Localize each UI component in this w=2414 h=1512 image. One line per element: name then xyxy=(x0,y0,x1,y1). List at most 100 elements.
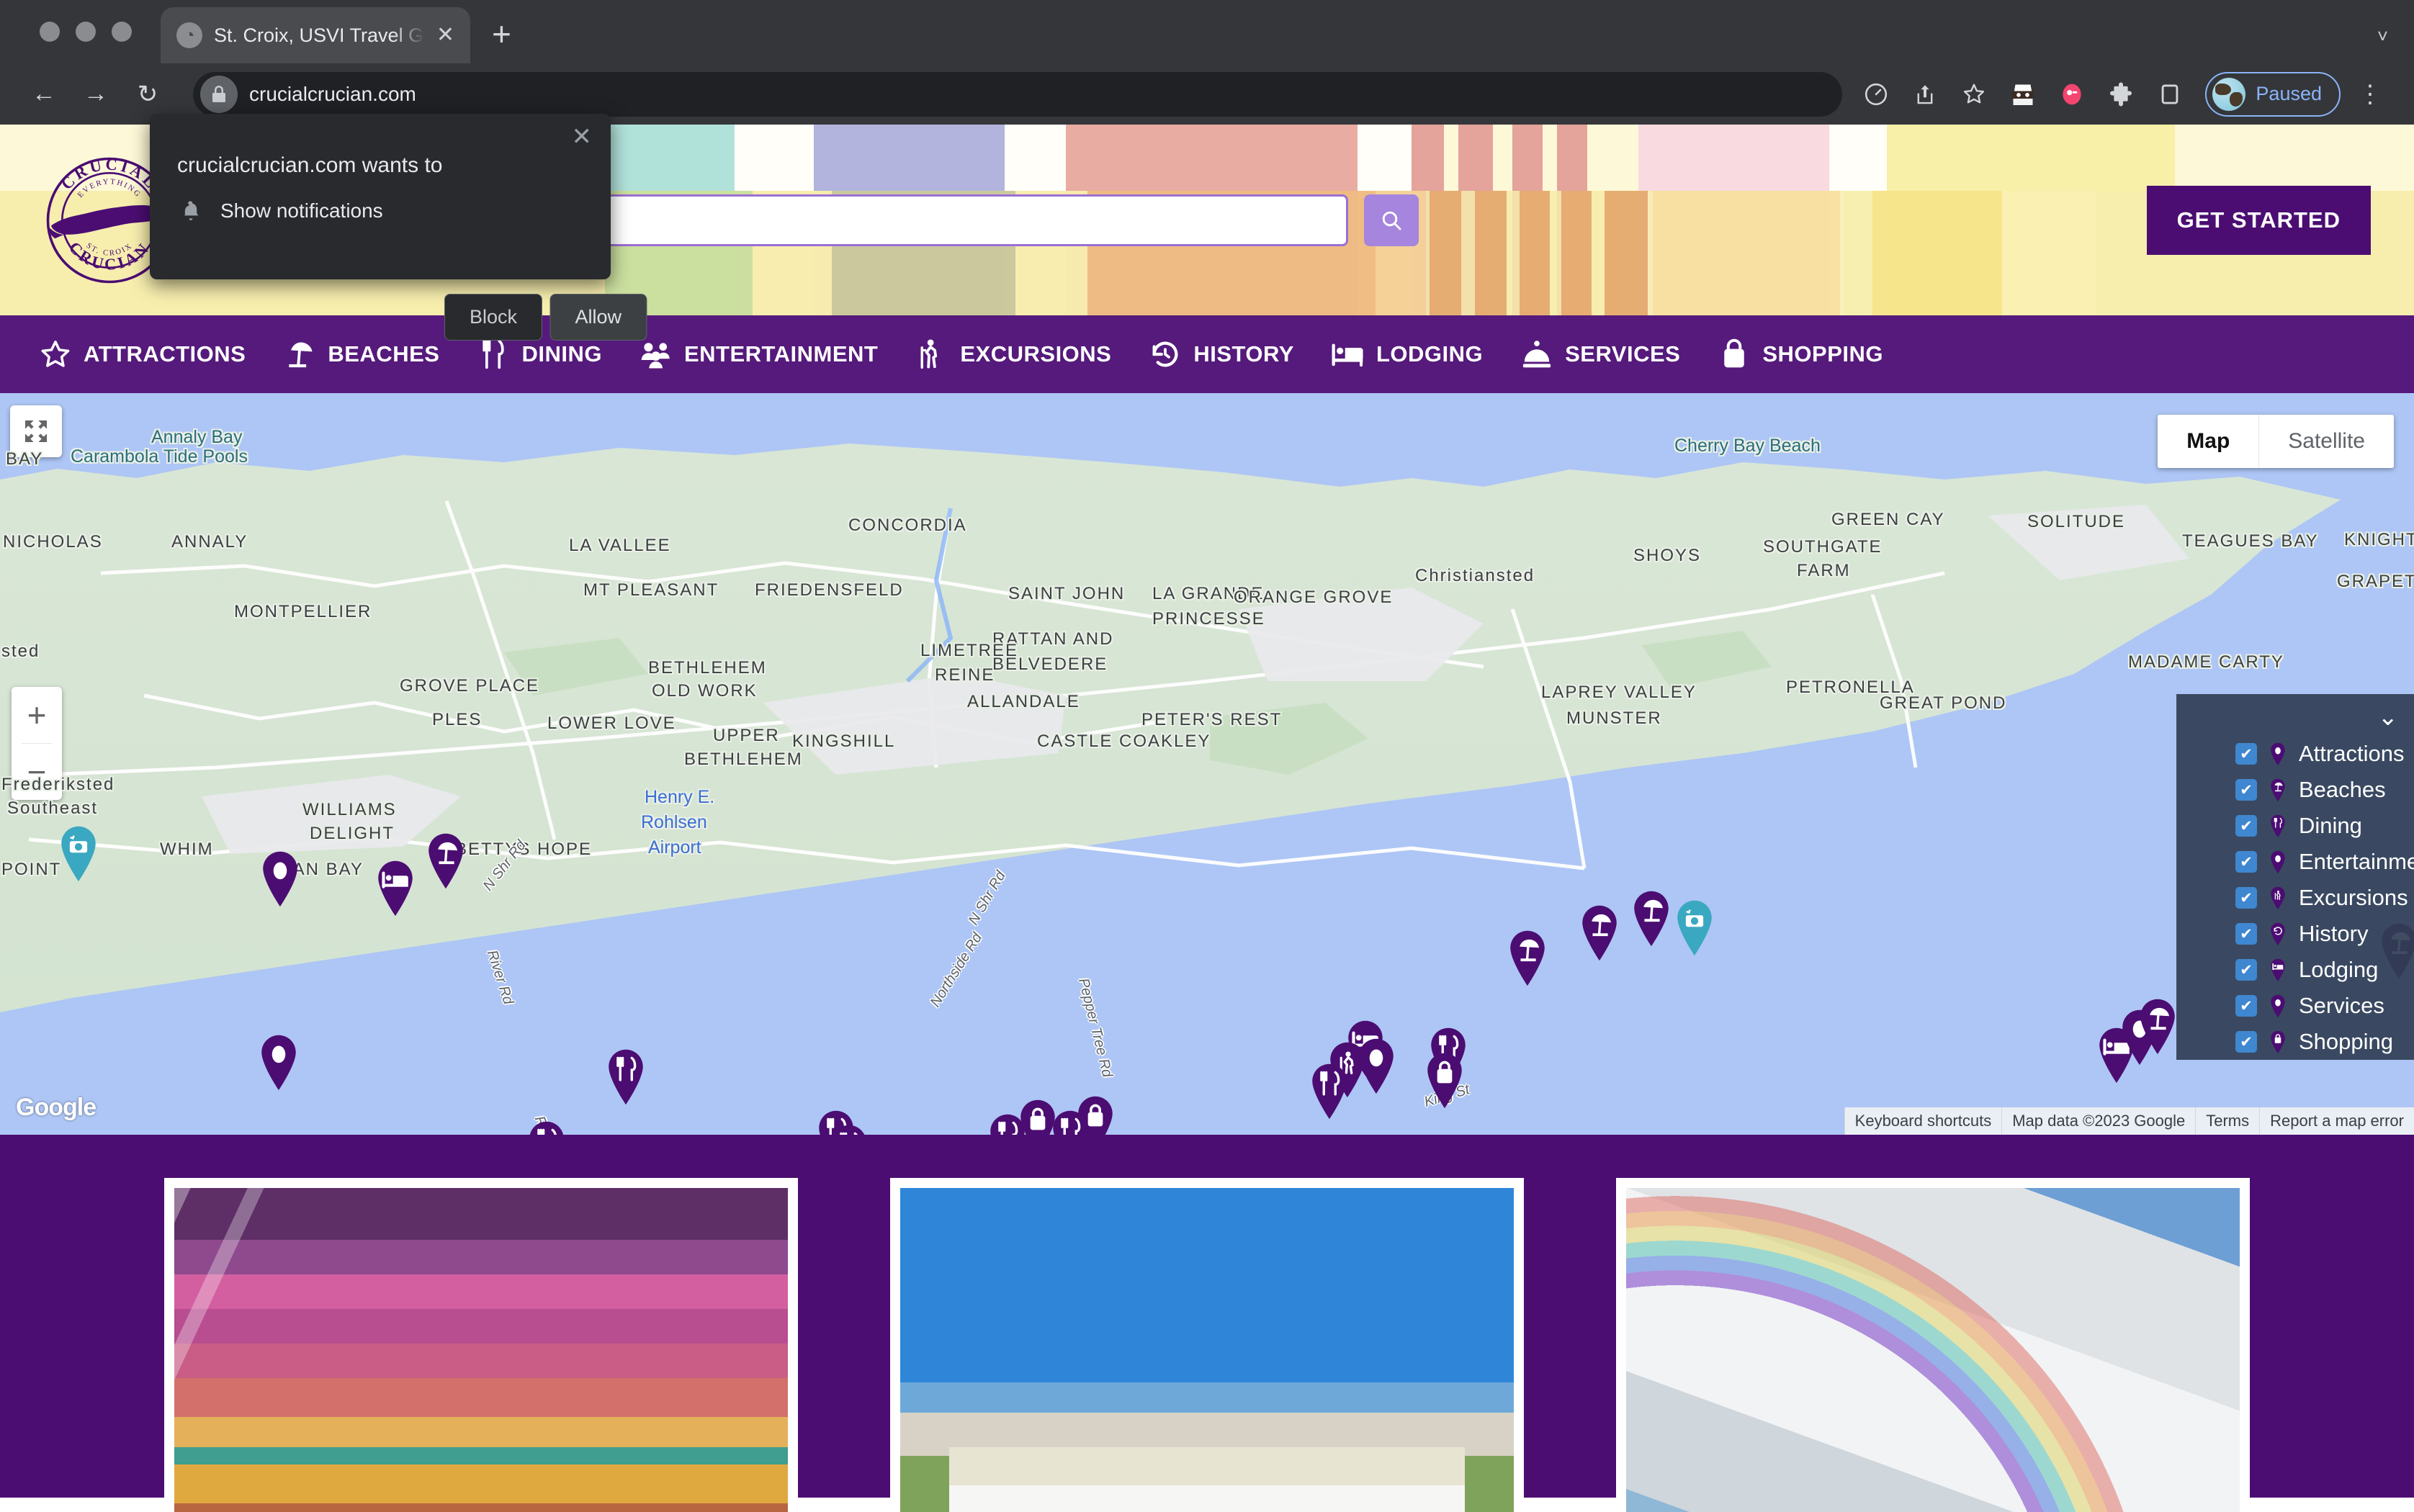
map-pin-shopping[interactable] xyxy=(1073,1095,1118,1135)
legend-row-excursions[interactable]: ✔ Excursions xyxy=(2176,880,2414,916)
minimize-window-button[interactable] xyxy=(76,22,96,42)
nav-item-excursions[interactable]: EXCURSIONS xyxy=(897,338,1130,371)
map-place-label: FRIEDENSFELD xyxy=(755,580,904,600)
google-map[interactable]: + − Map Satellite BAY NICHOLAS ANNALY LA VA… xyxy=(0,393,2414,1135)
map-pin-dining[interactable] xyxy=(524,1120,569,1135)
close-window-button[interactable] xyxy=(40,22,60,42)
legend-checkbox[interactable]: ✔ xyxy=(2235,815,2257,837)
map-pin-camera[interactable] xyxy=(56,825,101,883)
legend-checkbox[interactable]: ✔ xyxy=(2235,995,2257,1017)
close-tab-icon[interactable]: ✕ xyxy=(436,24,454,46)
legend-label: Lodging xyxy=(2299,957,2379,982)
legend-row-beaches[interactable]: ✔ Beaches xyxy=(2176,772,2414,808)
keyboard-shortcuts-link[interactable]: Keyboard shortcuts xyxy=(1844,1107,2002,1135)
map-place-label: CONCORDIA xyxy=(848,516,967,535)
feature-card[interactable] xyxy=(164,1178,798,1512)
side-panel-icon[interactable] xyxy=(2149,73,2191,115)
share-icon[interactable] xyxy=(1904,73,1946,115)
map-pin-shopping[interactable] xyxy=(1422,1052,1467,1110)
map-pin-dining[interactable] xyxy=(1307,1063,1352,1120)
notification-permission-dialog[interactable]: ✕ crucialcrucian.com wants to Show notif… xyxy=(150,114,647,341)
close-icon[interactable]: ✕ xyxy=(572,122,593,151)
map-pin-dining[interactable] xyxy=(604,1048,648,1106)
legend-row-entertainment[interactable]: ✔ Entertainment xyxy=(2176,844,2414,880)
map-pin-beaches[interactable] xyxy=(423,832,468,890)
get-started-button[interactable]: GET STARTED xyxy=(2146,185,2371,255)
zoom-in-button[interactable]: + xyxy=(12,687,62,743)
browser-tab[interactable]: ◔ St. Croix, USVI Travel Guide & ✕ xyxy=(161,7,470,63)
map-pin-beaches[interactable] xyxy=(1577,904,1622,962)
map-pin-lodging[interactable] xyxy=(373,860,418,917)
profile-sync-button[interactable]: Paused xyxy=(2205,71,2341,117)
map-place-label: MT PLEASANT xyxy=(583,580,719,600)
map-type-satellite[interactable]: Satellite xyxy=(2258,415,2394,468)
map-legend-panel[interactable]: ⌄ ✔ Attractions ✔ Beaches ✔ Dining ✔ Entertainm… xyxy=(2176,694,2414,1060)
performance-gauge-icon[interactable] xyxy=(1855,73,1897,115)
nav-item-beaches[interactable]: BEACHES xyxy=(264,338,458,371)
window-controls[interactable] xyxy=(0,22,132,63)
feature-card[interactable] xyxy=(890,1178,1524,1512)
legend-label: History xyxy=(2299,921,2369,946)
incognito-extension-icon[interactable] xyxy=(2002,73,2044,115)
new-tab-button[interactable]: + xyxy=(492,14,511,53)
pink-extension-icon[interactable] xyxy=(2051,73,2093,115)
allow-button[interactable]: Allow xyxy=(549,294,647,341)
globe-avatar-icon xyxy=(2212,77,2246,111)
reload-button[interactable]: ↻ xyxy=(125,72,170,117)
legend-checkbox[interactable]: ✔ xyxy=(2235,743,2257,765)
map-pin-beaches[interactable] xyxy=(1505,930,1550,987)
feature-card[interactable] xyxy=(1616,1178,2250,1512)
legend-checkbox[interactable]: ✔ xyxy=(2235,1031,2257,1053)
nav-item-entertainment[interactable]: ENTERTAINMENT xyxy=(621,338,897,371)
nav-item-shopping[interactable]: SHOPPING xyxy=(1699,338,1902,371)
legend-row-dining[interactable]: ✔ Dining xyxy=(2176,808,2414,844)
map-place-label: OLD WORK xyxy=(652,681,758,701)
permission-label: Show notifications xyxy=(220,199,383,222)
nav-item-history[interactable]: HISTORY xyxy=(1130,338,1313,371)
legend-checkbox[interactable]: ✔ xyxy=(2235,779,2257,801)
legend-checkbox[interactable]: ✔ xyxy=(2235,887,2257,909)
puzzle-extensions-icon[interactable] xyxy=(2100,73,2142,115)
map-pin-beaches[interactable] xyxy=(1629,890,1674,948)
legend-row-history[interactable]: ✔ History xyxy=(2176,916,2414,952)
nav-item-services[interactable]: SERVICES xyxy=(1502,338,1699,371)
terms-link[interactable]: Terms xyxy=(2195,1107,2260,1135)
search-submit-button[interactable] xyxy=(1364,194,1419,246)
legend-row-attractions[interactable]: ✔ Attractions xyxy=(2176,736,2414,772)
map-place-label: GRAPETREE xyxy=(2337,572,2414,591)
legend-label: Shopping xyxy=(2299,1029,2394,1054)
map-pin-camera[interactable] xyxy=(1672,899,1717,957)
site-security-lock-icon[interactable] xyxy=(200,75,238,113)
forward-button[interactable]: → xyxy=(73,72,118,117)
report-map-error-link[interactable]: Report a map error xyxy=(2259,1107,2414,1135)
map-pin-attractions[interactable] xyxy=(256,1034,301,1092)
legend-checkbox[interactable]: ✔ xyxy=(2235,851,2257,873)
block-button[interactable]: Block xyxy=(444,294,542,341)
legend-row-lodging[interactable]: ✔ Lodging xyxy=(2176,952,2414,988)
nav-label: BEACHES xyxy=(328,341,440,366)
legend-row-services[interactable]: ✔ Services xyxy=(2176,988,2414,1024)
address-bar[interactable]: crucialcrucian.com xyxy=(193,71,1843,117)
map-place-label: Henry E. xyxy=(645,787,715,807)
nav-label: SERVICES xyxy=(1565,341,1681,366)
nav-item-lodging[interactable]: LODGING xyxy=(1313,338,1502,371)
pin-entertainment-icon xyxy=(2269,850,2287,874)
back-button[interactable]: ← xyxy=(22,72,66,117)
map-pin-attractions[interactable] xyxy=(258,850,302,908)
browser-menu-kebab-icon[interactable]: ⋮ xyxy=(2348,80,2392,109)
tab-search-chevron-down-icon[interactable]: ˅ xyxy=(2377,25,2388,48)
fullscreen-icon xyxy=(25,420,47,442)
maximize-window-button[interactable] xyxy=(112,22,132,42)
chevron-down-icon[interactable]: ⌄ xyxy=(2378,703,2399,732)
map-type-toggle[interactable]: Map Satellite xyxy=(2158,415,2394,468)
nav-item-attractions[interactable]: ATTRACTIONS xyxy=(20,338,264,371)
legend-row-shopping[interactable]: ✔ Shopping xyxy=(2176,1024,2414,1060)
map-pin-beaches[interactable] xyxy=(2135,998,2180,1056)
legend-checkbox[interactable]: ✔ xyxy=(2235,959,2257,981)
bookmark-star-icon[interactable] xyxy=(1953,73,1995,115)
map-type-map[interactable]: Map xyxy=(2158,415,2258,468)
nav-item-dining[interactable]: DINING xyxy=(458,338,621,371)
map-pin-attractions[interactable] xyxy=(1354,1038,1399,1095)
legend-checkbox[interactable]: ✔ xyxy=(2235,923,2257,945)
map-pin-dining[interactable] xyxy=(827,1124,871,1135)
